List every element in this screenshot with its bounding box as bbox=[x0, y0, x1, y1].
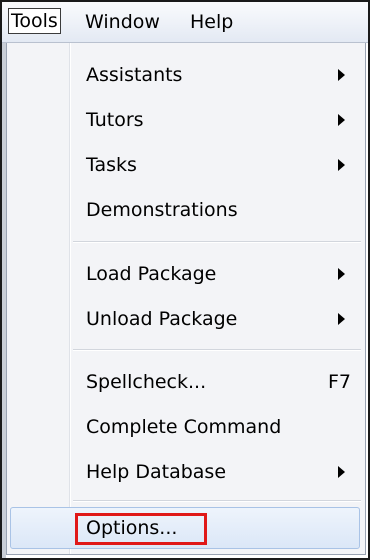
submenu-arrow-icon bbox=[338, 159, 345, 171]
menu-separator bbox=[73, 241, 361, 243]
menu-bar: Tools Window Help bbox=[2, 2, 368, 43]
menu-item-label: Load Package bbox=[86, 263, 217, 285]
menu-item-complete-command[interactable]: Complete Command bbox=[10, 406, 360, 448]
menu-separator bbox=[73, 349, 361, 351]
submenu-arrow-icon bbox=[338, 268, 345, 280]
menu-item-label: Demonstrations bbox=[86, 199, 238, 221]
menu-separator bbox=[73, 500, 361, 502]
menu-item-load-package[interactable]: Load Package bbox=[10, 253, 360, 295]
menu-item-tutors[interactable]: Tutors bbox=[10, 99, 360, 141]
menu-item-demonstrations[interactable]: Demonstrations bbox=[10, 189, 360, 231]
menu-item-label: Complete Command bbox=[86, 416, 282, 438]
menu-item-label: Help Database bbox=[86, 461, 227, 483]
menu-item-spellcheck[interactable]: Spellcheck... F7 bbox=[10, 361, 360, 403]
shortcut-label: F7 bbox=[328, 371, 352, 393]
menu-item-assistants[interactable]: Assistants bbox=[10, 54, 360, 96]
menu-item-options[interactable]: Options... bbox=[10, 507, 360, 549]
window-frame: Tools Window Help Assistants Tutors Task… bbox=[0, 0, 370, 560]
menubar-help[interactable]: Help bbox=[190, 10, 233, 34]
menu-item-label: Tutors bbox=[86, 109, 144, 131]
submenu-arrow-icon bbox=[338, 69, 345, 81]
menu-item-label: Unload Package bbox=[86, 308, 238, 330]
submenu-arrow-icon bbox=[338, 466, 345, 478]
tools-dropdown-menu: Assistants Tutors Tasks Demonstrations L… bbox=[6, 43, 366, 555]
menu-item-label: Spellcheck... bbox=[86, 371, 207, 393]
menubar-tools[interactable]: Tools bbox=[8, 8, 61, 34]
menu-item-help-database[interactable]: Help Database bbox=[10, 451, 360, 493]
menu-item-label: Tasks bbox=[86, 154, 137, 176]
menu-item-unload-package[interactable]: Unload Package bbox=[10, 298, 360, 340]
menubar-window[interactable]: Window bbox=[85, 10, 160, 34]
menu-item-tasks[interactable]: Tasks bbox=[10, 144, 360, 186]
submenu-arrow-icon bbox=[338, 114, 345, 126]
submenu-arrow-icon bbox=[338, 313, 345, 325]
highlight-annotation-box bbox=[75, 513, 207, 545]
menu-item-label: Assistants bbox=[86, 64, 183, 86]
